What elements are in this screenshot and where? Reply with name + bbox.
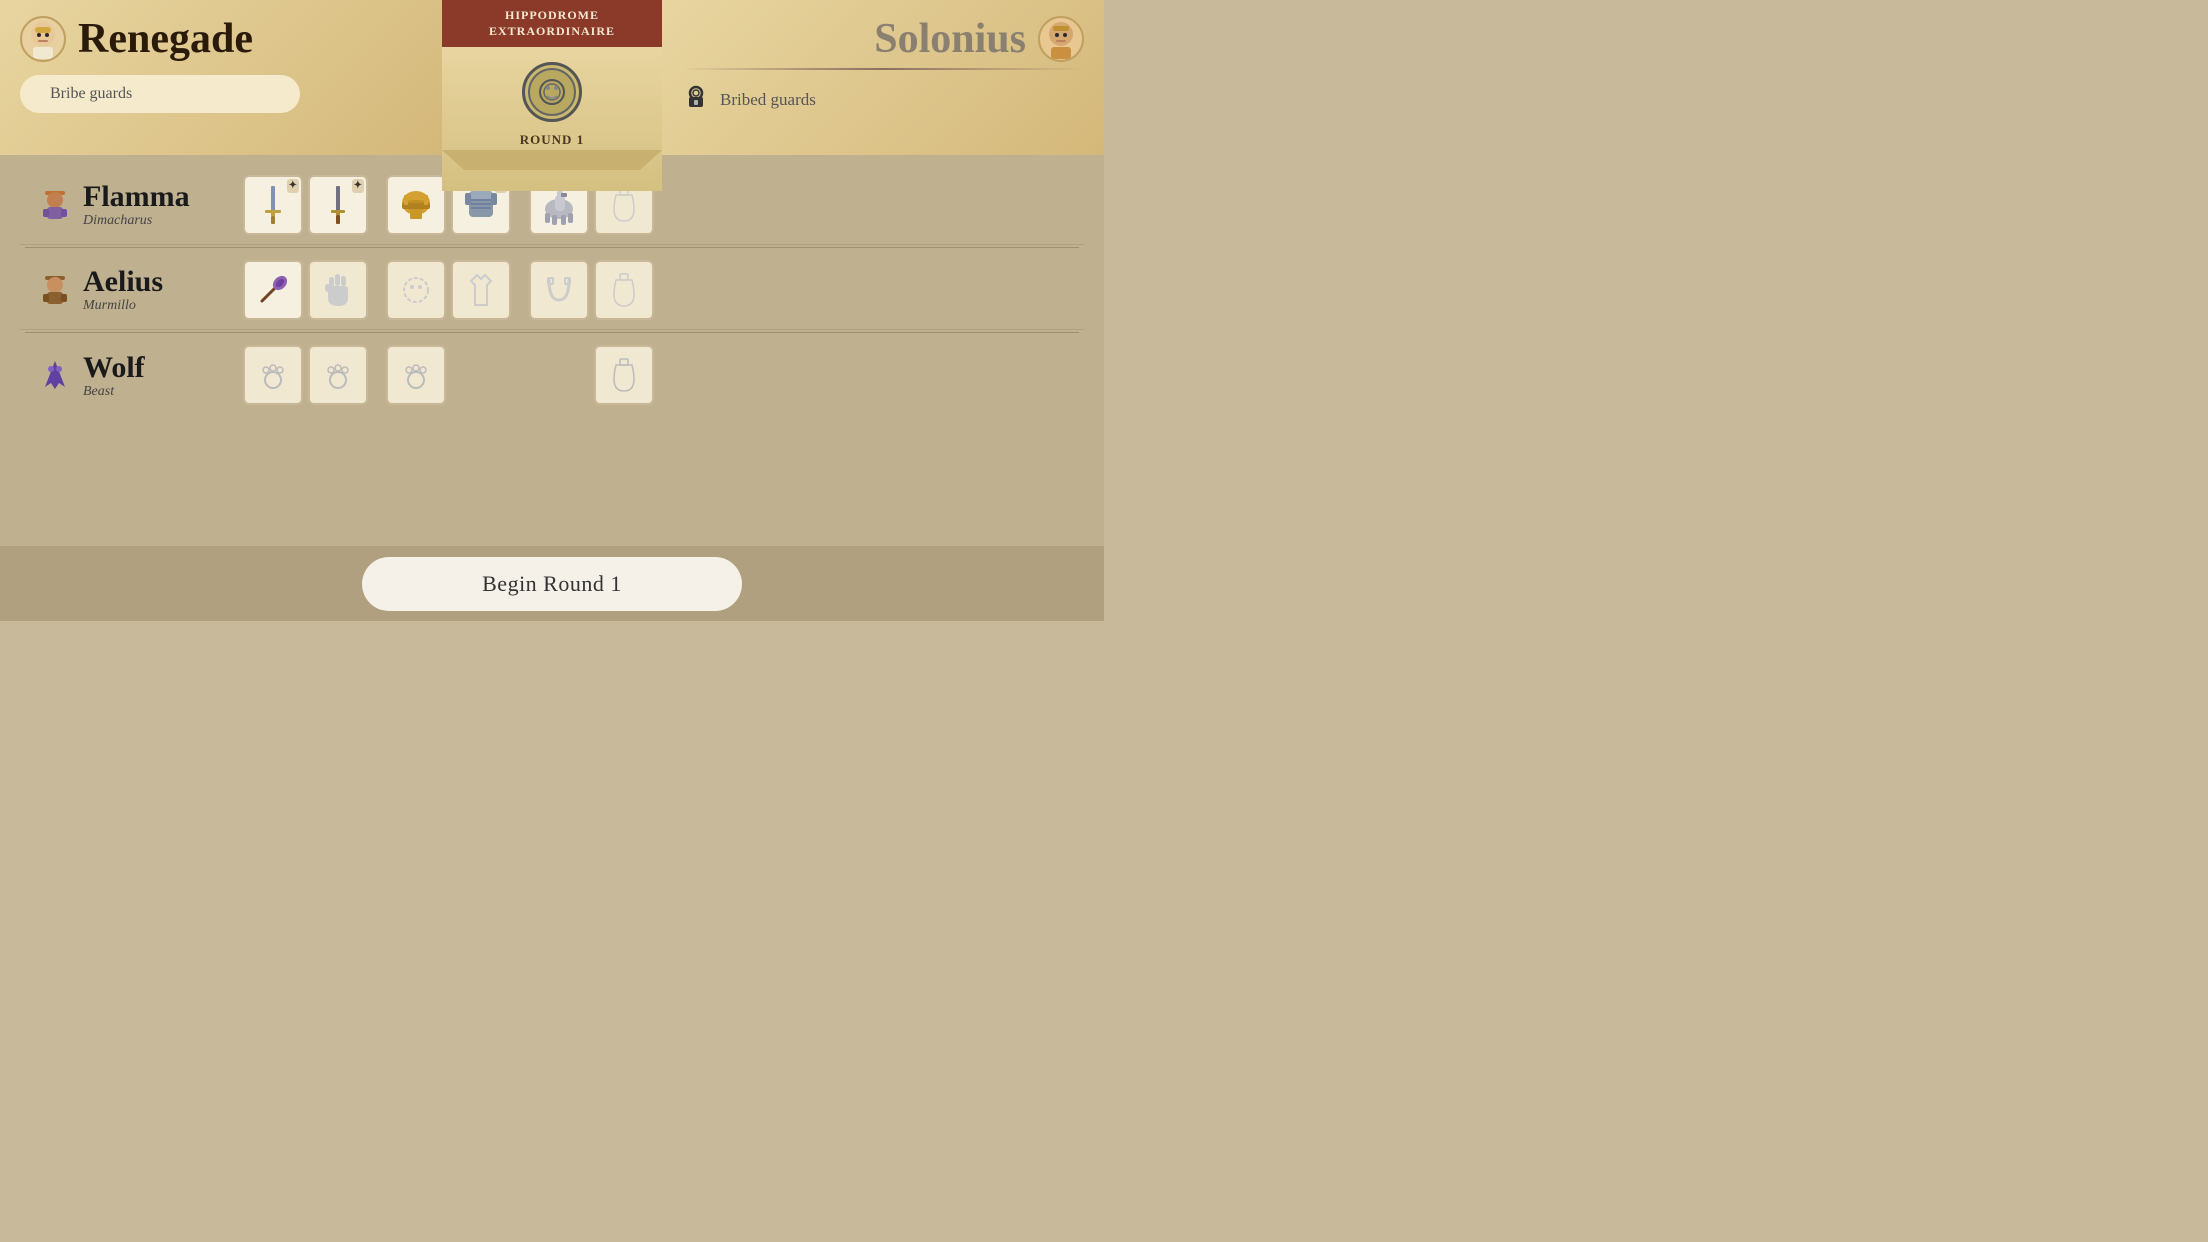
flamma-icon <box>35 187 75 223</box>
row-divider-1 <box>25 247 1079 248</box>
player-right-avatar <box>1038 16 1084 62</box>
aelius-name: Aelius <box>83 265 243 298</box>
flamma-name-area: Flamma Dimacharus <box>83 180 243 229</box>
gladiator-row-aelius: Aelius Murmillo <box>20 250 1084 330</box>
wolf-slot-3[interactable] <box>386 345 446 405</box>
banner-title-area: HIPPODROME EXTRAORDINAIRE <box>442 0 662 47</box>
wolf-name: Wolf <box>83 351 243 384</box>
bribed-icon <box>682 83 710 117</box>
aelius-slot-2[interactable] <box>308 260 368 320</box>
right-divider <box>682 68 1084 70</box>
bottom-content: Flamma Dimacharus ✦ <box>0 155 1104 621</box>
aelius-type: Murmillo <box>83 298 243 314</box>
player-left-action-text: Bribe guards <box>50 85 132 102</box>
wolf-icon <box>35 357 75 393</box>
flamma-slot-3[interactable] <box>386 175 446 235</box>
aelius-icon <box>35 272 75 308</box>
banner-fold <box>442 150 662 170</box>
player-left-action-box[interactable]: Bribe guards <box>20 75 300 113</box>
coin-icon <box>522 62 582 122</box>
aelius-slot-6[interactable] <box>594 260 654 320</box>
row-divider-2 <box>25 332 1079 333</box>
round-label: ROUND 1 <box>520 132 584 148</box>
banner-title: HIPPODROME EXTRAORDINAIRE <box>452 8 652 39</box>
flamma-type: Dimacharus <box>83 213 243 229</box>
flamma-name: Flamma <box>83 180 243 213</box>
app-container: Renegade Bribe guards HIPPODROME EXTRAOR… <box>0 0 1104 621</box>
gladiators-area: Flamma Dimacharus ✦ <box>0 155 1104 546</box>
aelius-slot-3[interactable] <box>386 260 446 320</box>
right-action-text: Bribed guards <box>720 90 816 110</box>
player-left-avatar <box>20 16 66 62</box>
gladiator-row-wolf: Wolf Beast <box>20 335 1084 415</box>
wolf-slot-2[interactable] <box>308 345 368 405</box>
flamma-slot-2[interactable]: ✦ <box>308 175 368 235</box>
center-banner: HIPPODROME EXTRAORDINAIRE <box>442 0 662 155</box>
wolf-name-area: Wolf Beast <box>83 351 243 400</box>
player-left-panel: Renegade Bribe guards <box>0 0 442 155</box>
wolf-slot-1[interactable] <box>243 345 303 405</box>
wolf-type: Beast <box>83 384 243 400</box>
wolf-slot-6[interactable] <box>594 345 654 405</box>
player-right-panel: Solonius <box>662 0 1104 155</box>
aelius-equipment <box>243 260 1069 320</box>
aelius-name-area: Aelius Murmillo <box>83 265 243 314</box>
flamma-slot-1[interactable]: ✦ <box>243 175 303 235</box>
player-right-name: Solonius <box>874 15 1026 63</box>
player-left-name: Renegade <box>78 15 253 63</box>
aelius-slot-1[interactable] <box>243 260 303 320</box>
top-area: Renegade Bribe guards HIPPODROME EXTRAOR… <box>0 0 1104 155</box>
aelius-slot-4[interactable] <box>451 260 511 320</box>
begin-round-button[interactable]: Begin Round 1 <box>362 557 742 611</box>
bottom-area: Begin Round 1 <box>0 546 1104 621</box>
wolf-equipment <box>243 345 1069 405</box>
right-action-area: Bribed guards <box>682 83 1084 117</box>
aelius-slot-5[interactable] <box>529 260 589 320</box>
